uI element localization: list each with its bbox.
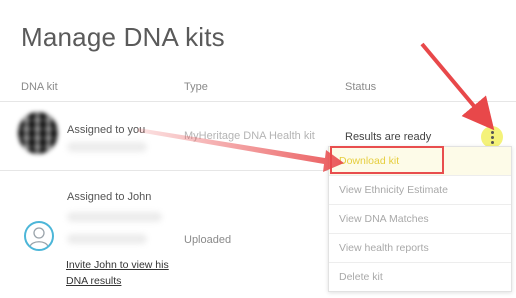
kit-detail-blurred [67, 234, 147, 244]
invite-link[interactable]: Invite John to view his DNA results [66, 257, 186, 289]
kit-owner-name-blurred [67, 142, 147, 152]
arrow-to-kebab [420, 42, 495, 131]
column-header-status: Status [345, 81, 377, 93]
menu-item-delete-kit[interactable]: Delete kit [329, 263, 511, 291]
kit-type: MyHeritage DNA Health kit [184, 130, 315, 142]
more-options-button[interactable] [481, 126, 503, 148]
menu-item-download-kit[interactable]: Download kit [329, 147, 511, 176]
kit-type: Uploaded [184, 234, 232, 246]
assigned-label: Assigned to John [67, 191, 152, 203]
more-vertical-icon [490, 130, 494, 134]
menu-item-view-ethnicity[interactable]: View Ethnicity Estimate [329, 176, 511, 205]
kit-owner-name-blurred [67, 212, 162, 222]
column-header-kit: DNA kit [21, 81, 58, 93]
kit-options-menu: Download kit View Ethnicity Estimate Vie… [328, 146, 512, 292]
menu-item-health-reports[interactable]: View health reports [329, 234, 511, 263]
header-divider [0, 101, 516, 102]
kit-owner-avatar [18, 112, 58, 154]
menu-item-view-matches[interactable]: View DNA Matches [329, 205, 511, 234]
assigned-label: Assigned to you [67, 124, 146, 136]
kit-status: Results are ready [345, 131, 432, 143]
page-title: Manage DNA kits [21, 22, 225, 52]
column-header-type: Type [184, 81, 208, 93]
row-divider [0, 170, 328, 171]
user-avatar-icon [24, 221, 54, 251]
